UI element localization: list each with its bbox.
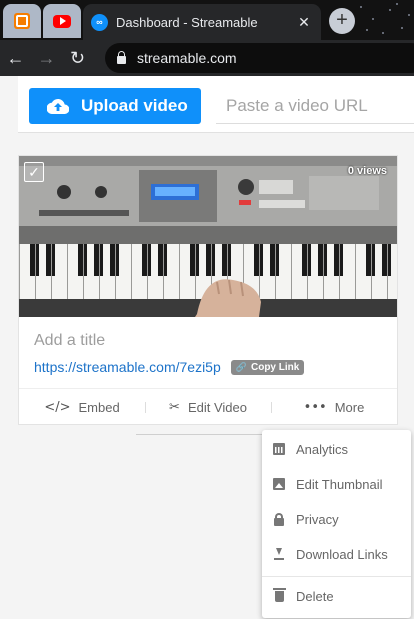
embed-label: Embed [78,399,120,415]
browser-toolbar: ← → ↻ streamable.com [0,40,414,76]
select-checkbox[interactable]: ✓ [24,162,44,182]
youtube-icon [53,14,71,28]
menu-item-label: Download Links [296,546,388,562]
edit-video-label: Edit Video [187,399,247,415]
more-menu: Analytics Edit Thumbnail Privacy Downloa… [262,430,411,618]
analytics-icon [273,443,285,455]
scissors-icon: ✂ [169,399,180,415]
active-tab[interactable]: ∞ Dashboard - Streamable ✕ [83,4,321,40]
upload-video-label: Upload video [81,96,188,115]
trash-icon [273,587,286,602]
tab-title: Dashboard - Streamable [116,14,258,30]
menu-item-edit-thumbnail[interactable]: Edit Thumbnail [262,471,411,497]
video-url-input[interactable] [216,88,414,124]
close-tab-icon[interactable]: ✕ [295,14,313,31]
browser-tab-bar: ∞ Dashboard - Streamable ✕ + [0,0,414,40]
image-icon [273,478,285,490]
lock-icon [274,512,284,526]
pinned-tab-blogger[interactable] [3,4,41,38]
upload-video-button[interactable]: Upload video [29,88,201,124]
pinned-tab-youtube[interactable] [43,4,81,38]
view-count: 0 views [347,165,387,177]
download-icon [273,548,285,560]
menu-item-delete[interactable]: Delete [262,583,411,609]
back-button[interactable]: ← [0,48,31,69]
address-bar[interactable]: streamable.com [105,43,414,73]
menu-item-label: Edit Thumbnail [296,476,383,492]
video-link[interactable]: https://streamable.com/7ezi5p [34,359,221,375]
menu-item-privacy[interactable]: Privacy [262,506,411,532]
menu-divider [262,576,411,577]
more-dots-icon: ••• [303,399,327,415]
embed-button[interactable]: </> Embed [19,400,145,415]
video-thumbnail[interactable]: ✓ 0 views [19,156,397,317]
link-icon: 🔗 [235,361,247,372]
menu-item-label: Analytics [296,441,349,457]
upload-panel: Upload video [18,76,414,133]
address-url: streamable.com [137,50,237,66]
menu-item-download-links[interactable]: Download Links [262,541,411,567]
menu-item-label: Delete [296,588,334,604]
streamable-icon: ∞ [91,13,108,31]
reload-button[interactable]: ↻ [62,48,93,69]
menu-item-label: Privacy [296,511,339,527]
video-title-field[interactable]: Add a title [34,332,105,350]
video-actions: </> Embed ✂ Edit Video ••• More [19,388,397,425]
video-link-row: https://streamable.com/7ezi5p 🔗 Copy Lin… [34,359,305,375]
cloud-upload-icon [47,99,69,114]
lock-icon [117,51,126,64]
code-icon: </> [44,399,71,415]
more-button[interactable]: ••• More [271,400,397,415]
copy-link-button[interactable]: 🔗 Copy Link [230,359,305,375]
more-label: More [334,399,365,415]
new-tab-button[interactable]: + [329,8,355,34]
copy-link-label: Copy Link [250,361,300,373]
video-card: ✓ 0 views Add a title https://streamable… [18,155,398,425]
menu-item-analytics[interactable]: Analytics [262,436,411,462]
keyboard-image [19,156,397,317]
forward-button[interactable]: → [31,48,62,69]
blogger-icon [14,13,30,29]
edit-video-button[interactable]: ✂ Edit Video [145,400,271,415]
